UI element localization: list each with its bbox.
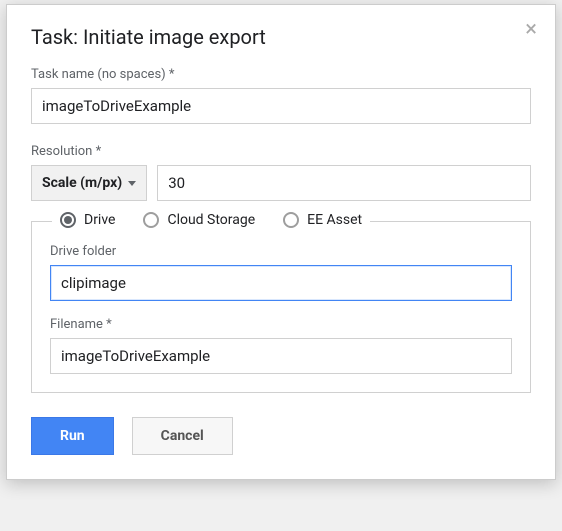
- resolution-section: Resolution * Scale (m/px): [31, 144, 531, 201]
- radio-icon: [60, 212, 76, 228]
- drive-folder-input[interactable]: [50, 265, 512, 301]
- resolution-input[interactable]: [157, 165, 531, 201]
- radio-label: Cloud Storage: [167, 212, 255, 228]
- destination-fieldset: Drive Cloud Storage EE Asset Drive folde…: [31, 221, 531, 393]
- scale-select[interactable]: Scale (m/px): [31, 165, 147, 201]
- radio-drive[interactable]: Drive: [60, 212, 115, 228]
- cancel-button[interactable]: Cancel: [132, 417, 233, 455]
- filename-label: Filename *: [50, 317, 512, 332]
- task-name-input[interactable]: [31, 88, 531, 124]
- task-name-label: Task name (no spaces) *: [31, 67, 531, 82]
- radio-label: EE Asset: [307, 212, 362, 228]
- radio-cloud-storage[interactable]: Cloud Storage: [143, 212, 255, 228]
- run-button[interactable]: Run: [31, 417, 114, 455]
- radio-icon: [143, 212, 159, 228]
- drive-folder-label: Drive folder: [50, 244, 512, 259]
- export-dialog: × Task: Initiate image export Task name …: [6, 4, 556, 480]
- drive-folder-section: Drive folder: [50, 244, 512, 301]
- close-icon[interactable]: ×: [525, 19, 537, 41]
- filename-input[interactable]: [50, 338, 512, 374]
- radio-ee-asset[interactable]: EE Asset: [283, 212, 362, 228]
- dialog-title: Task: Initiate image export: [31, 25, 531, 49]
- destination-radio-row: Drive Cloud Storage EE Asset: [52, 212, 370, 228]
- task-name-section: Task name (no spaces) *: [31, 67, 531, 124]
- radio-label: Drive: [84, 212, 115, 228]
- filename-section: Filename *: [50, 317, 512, 374]
- dialog-footer: Run Cancel: [31, 417, 531, 455]
- resolution-label: Resolution *: [31, 144, 531, 159]
- radio-icon: [283, 212, 299, 228]
- scale-select-label: Scale (m/px): [42, 175, 122, 191]
- chevron-down-icon: [128, 181, 136, 186]
